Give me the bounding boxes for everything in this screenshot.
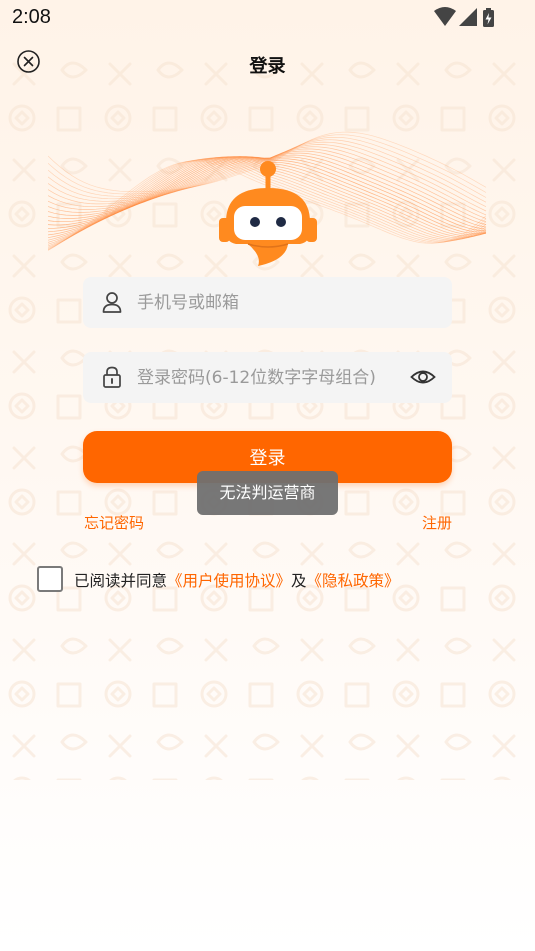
password-input[interactable] bbox=[137, 352, 397, 403]
password-field[interactable] bbox=[83, 352, 452, 403]
wifi-icon bbox=[434, 7, 456, 26]
robot-mascot-logo bbox=[219, 161, 317, 266]
eye-icon[interactable] bbox=[410, 365, 436, 389]
privacy-policy-link[interactable]: 《隐私政策》 bbox=[307, 572, 400, 590]
user-icon bbox=[102, 292, 122, 313]
agreement-text: 已阅读并同意《用户使用协议》及《隐私政策》 bbox=[74, 569, 400, 591]
register-link[interactable]: 注册 bbox=[422, 512, 452, 533]
status-time: 2:08 bbox=[12, 6, 51, 28]
user-agreement-link[interactable]: 《用户使用协议》 bbox=[167, 572, 291, 590]
status-icons bbox=[434, 7, 494, 27]
cellular-signal-icon bbox=[459, 8, 477, 26]
agreement-checkbox[interactable] bbox=[37, 566, 63, 592]
forgot-password-link[interactable]: 忘记密码 bbox=[84, 512, 144, 533]
lock-icon bbox=[103, 366, 121, 388]
agreement-and: 及 bbox=[291, 572, 307, 590]
toast-message: 无法判运营商 bbox=[197, 471, 338, 515]
battery-charging-icon bbox=[483, 8, 494, 27]
account-field[interactable] bbox=[83, 277, 452, 328]
account-input[interactable] bbox=[137, 277, 397, 328]
status-bar: 2:08 bbox=[0, 0, 535, 36]
agreement-prefix: 已阅读并同意 bbox=[74, 572, 168, 590]
